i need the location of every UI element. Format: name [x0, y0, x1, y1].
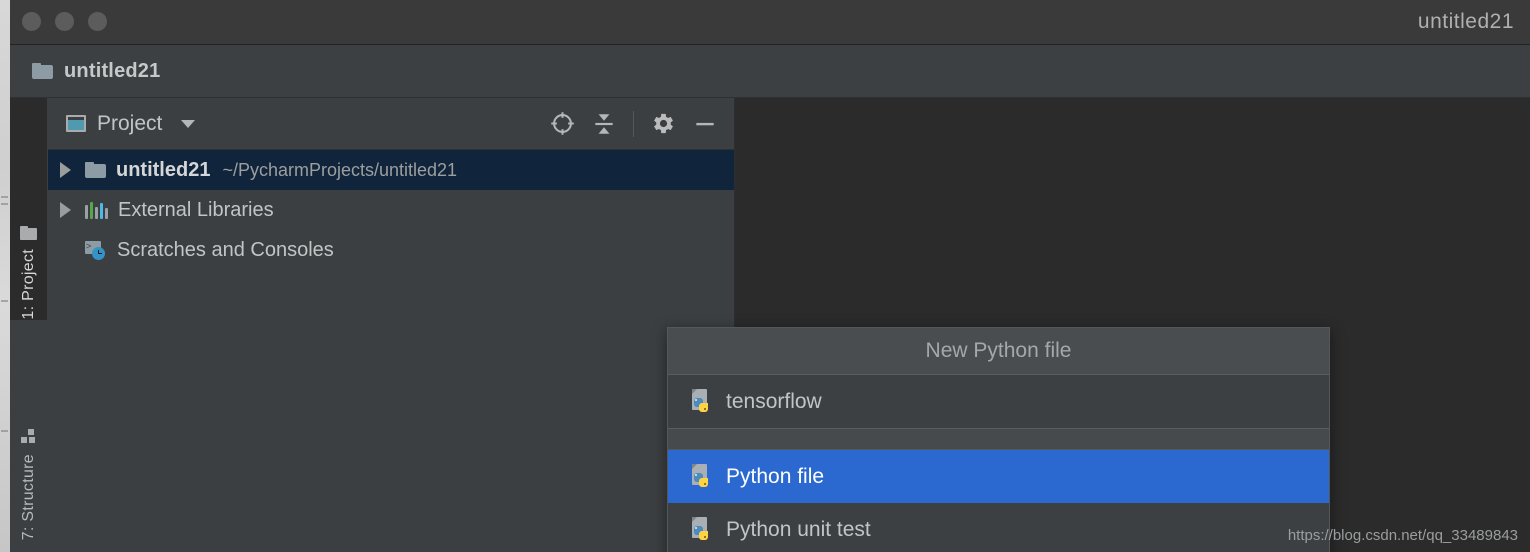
watermark: https://blog.csdn.net/qq_33489843 [1287, 527, 1518, 544]
title-bar: untitled21 [10, 0, 1530, 45]
main-body: 1: Project 7: Structure Project untitled… [10, 98, 1530, 552]
locate-icon[interactable] [543, 105, 581, 143]
zoom-button[interactable] [88, 12, 107, 31]
left-tool-strip: 1: Project 7: Structure [10, 98, 49, 552]
gear-icon[interactable] [644, 105, 682, 143]
window-controls [22, 12, 107, 31]
tree-item-path: ~/PycharmProjects/untitled21 [222, 159, 458, 180]
libraries-icon [85, 201, 108, 219]
tree-item-label: Scratches and Consoles [117, 238, 334, 261]
sidebar-item-project-label: 1: Project [19, 249, 37, 320]
minimize-button[interactable] [55, 12, 74, 31]
expand-arrow-icon[interactable] [60, 162, 71, 178]
project-pane-title: Project [97, 111, 163, 135]
project-tree: untitled21 ~/PycharmProjects/untitled21 [48, 150, 734, 270]
project-tool-window: Project untitled21 ~/PycharmProjects/unt… [48, 98, 735, 552]
python-file-icon [690, 463, 712, 490]
tree-row[interactable]: External Libraries [48, 190, 734, 230]
popup-item-python-file[interactable]: Python file [668, 450, 1329, 503]
chevron-down-icon[interactable] [181, 119, 196, 128]
breadcrumb[interactable]: untitled21 [32, 45, 160, 97]
background-strip [0, 0, 10, 552]
window-title: untitled21 [1417, 10, 1514, 33]
project-pane-header: Project [48, 98, 734, 150]
minimize-icon[interactable] [686, 105, 724, 143]
folder-icon [32, 63, 53, 79]
sidebar-item-project[interactable]: 1: Project [10, 98, 47, 320]
structure-icon [20, 428, 37, 445]
tree-item-label: External Libraries [118, 198, 274, 221]
tree-row[interactable]: > Scratches and Consoles [48, 230, 734, 270]
toolbar-divider [633, 110, 634, 137]
breadcrumb-label: untitled21 [64, 59, 161, 82]
tree-item-label: untitled21 [116, 158, 211, 181]
navigation-bar: untitled21 [10, 45, 1530, 98]
folder-icon [20, 226, 37, 241]
project-window-icon [66, 115, 86, 132]
scratches-icon: > [85, 240, 107, 260]
popup-header: New Python file [668, 328, 1329, 375]
pycharm-window-screenshot: untitled21 untitled21 1: Project 7: Stru… [0, 0, 1530, 552]
python-file-icon [690, 388, 712, 415]
python-file-icon [690, 516, 712, 543]
new-python-file-popup: New Python file tensorflow Python file P… [667, 327, 1330, 552]
collapse-all-icon[interactable] [585, 105, 623, 143]
popup-item-label: Python file [726, 464, 825, 488]
tree-row[interactable]: untitled21 ~/PycharmProjects/untitled21 [48, 150, 734, 190]
project-pane-title-group[interactable]: Project [66, 98, 196, 149]
close-button[interactable] [22, 12, 41, 31]
popup-item-label: Python unit test [726, 517, 871, 541]
sidebar-item-structure-label: 7: Structure [19, 453, 37, 540]
popup-title: New Python file [925, 339, 1072, 362]
popup-item-tensorflow[interactable]: tensorflow [668, 375, 1329, 428]
popup-item-label: tensorflow [726, 389, 822, 413]
project-pane-actions [543, 98, 724, 149]
folder-icon [85, 162, 106, 178]
expand-arrow-icon[interactable] [60, 202, 71, 218]
sidebar-item-structure[interactable]: 7: Structure [10, 320, 47, 540]
popup-separator [668, 428, 1329, 450]
ide-window: untitled21 untitled21 1: Project 7: Stru… [10, 0, 1530, 552]
popup-item-python-unit-test[interactable]: Python unit test [668, 503, 1329, 552]
